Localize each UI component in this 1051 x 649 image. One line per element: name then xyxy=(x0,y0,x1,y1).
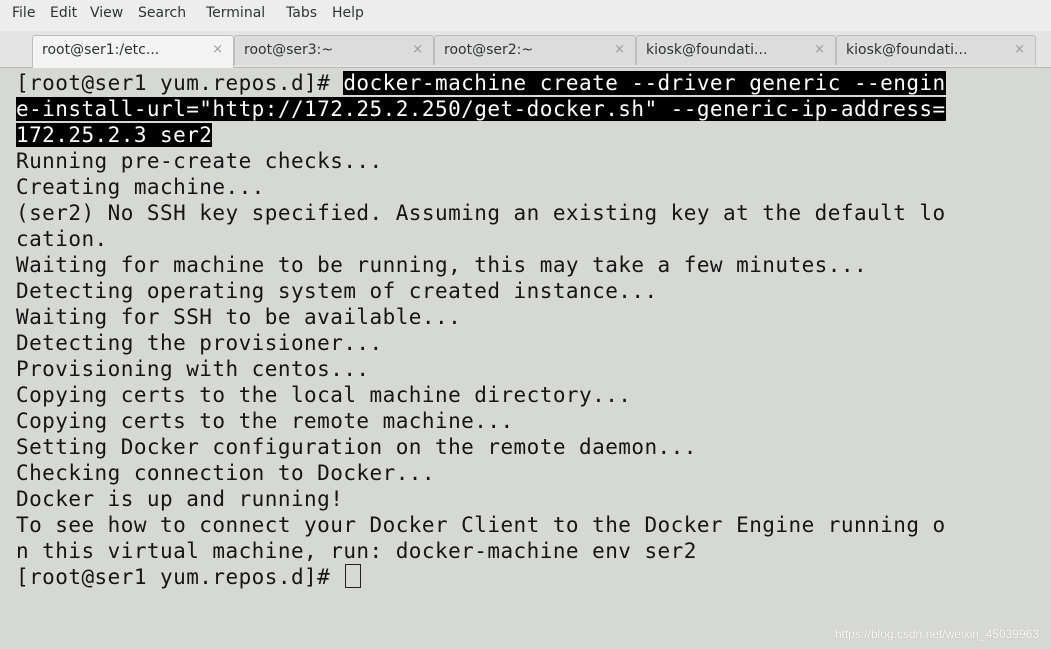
selected-command: 172.25.2.3 ser2 xyxy=(16,123,213,147)
terminal-line: (ser2) No SSH key specified. Assuming an… xyxy=(16,201,946,225)
tab-label: root@ser2:~ xyxy=(444,42,534,58)
terminal-output[interactable]: [root@ser1 yum.repos.d]# docker-machine … xyxy=(0,68,1051,649)
menu-edit[interactable]: Edit xyxy=(50,5,77,21)
terminal-line: Copying certs to the local machine direc… xyxy=(16,383,632,407)
terminal-line: e-install-url="http://172.25.2.250/get-d… xyxy=(16,96,946,122)
shell-prompt: [root@ser1 yum.repos.d]# xyxy=(16,71,344,95)
menu-search[interactable]: Search xyxy=(138,5,186,21)
terminal-line: n this virtual machine, run: docker-mach… xyxy=(16,539,697,563)
close-icon[interactable]: × xyxy=(814,42,825,57)
terminal-line: Checking connection to Docker... xyxy=(16,461,435,485)
menu-help[interactable]: Help xyxy=(332,5,364,21)
menu-tabs[interactable]: Tabs xyxy=(286,5,317,21)
menu-bar: File Edit View Search Terminal Tabs Help xyxy=(0,0,1051,31)
menu-terminal[interactable]: Terminal xyxy=(206,5,265,21)
terminal-line: Detecting the provisioner... xyxy=(16,331,383,355)
shell-prompt: [root@ser1 yum.repos.d]# xyxy=(16,565,344,589)
tab-root-ser2[interactable]: root@ser2:~ × xyxy=(434,35,636,65)
terminal-line: [root@ser1 yum.repos.d]# docker-machine … xyxy=(16,70,946,96)
terminal-line: [root@ser1 yum.repos.d]# xyxy=(16,564,362,590)
tab-kiosk-1[interactable]: kiosk@foundati... × xyxy=(636,35,836,65)
terminal-line: Running pre-create checks... xyxy=(16,149,383,173)
terminal-line: Creating machine... xyxy=(16,175,265,199)
close-icon[interactable]: × xyxy=(1014,42,1025,57)
watermark: https://blog.csdn.net/weixin_45039963 xyxy=(834,627,1039,641)
text-cursor xyxy=(345,564,362,588)
terminal-line: Copying certs to the remote machine... xyxy=(16,409,514,433)
menu-view[interactable]: View xyxy=(90,5,123,21)
tab-label: root@ser1:/etc... xyxy=(42,42,160,58)
selected-command: e-install-url="http://172.25.2.250/get-d… xyxy=(16,97,946,121)
menu-file[interactable]: File xyxy=(12,5,35,21)
terminal-line: Waiting for machine to be running, this … xyxy=(16,253,868,277)
close-icon[interactable]: × xyxy=(212,42,223,57)
tab-kiosk-2[interactable]: kiosk@foundati... × xyxy=(836,35,1036,65)
terminal-line: To see how to connect your Docker Client… xyxy=(16,513,946,537)
close-icon[interactable]: × xyxy=(412,42,423,57)
selected-command: docker-machine create --driver generic -… xyxy=(343,71,946,95)
terminal-line: Waiting for SSH to be available... xyxy=(16,305,462,329)
tab-root-ser3[interactable]: root@ser3:~ × xyxy=(234,35,434,65)
tab-bar: root@ser1:/etc... × root@ser3:~ × root@s… xyxy=(0,31,1051,68)
close-icon[interactable]: × xyxy=(614,42,625,57)
terminal-line: Setting Docker configuration on the remo… xyxy=(16,435,697,459)
tab-label: kiosk@foundati... xyxy=(646,42,768,58)
terminal-line: 172.25.2.3 ser2 xyxy=(16,122,213,148)
tab-label: root@ser3:~ xyxy=(244,42,334,58)
terminal-line: cation. xyxy=(16,227,108,251)
tab-label: kiosk@foundati... xyxy=(846,42,968,58)
terminal-line: Provisioning with centos... xyxy=(16,357,370,381)
terminal-line: Docker is up and running! xyxy=(16,487,344,511)
tab-root-ser1[interactable]: root@ser1:/etc... × xyxy=(32,35,234,68)
terminal-line: Detecting operating system of created in… xyxy=(16,279,658,303)
